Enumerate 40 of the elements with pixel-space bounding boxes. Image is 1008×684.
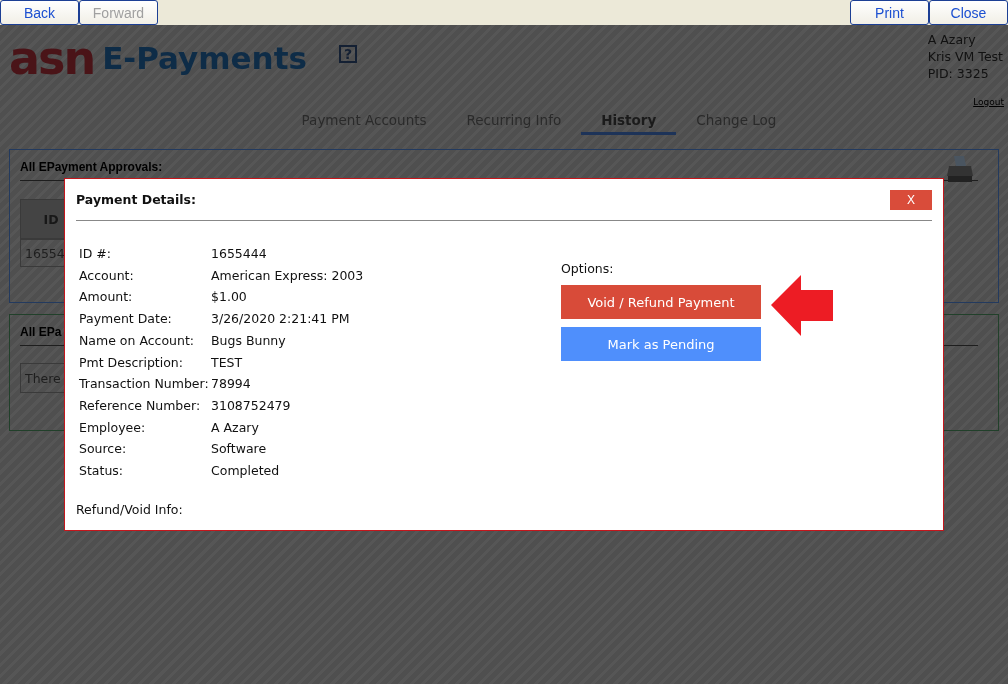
option-button[interactable]: Mark as Pending bbox=[561, 327, 761, 361]
nav-tab[interactable]: History bbox=[581, 109, 677, 135]
detail-label: Payment Date: bbox=[79, 310, 173, 329]
user-info-line: A Azary bbox=[927, 31, 977, 48]
detail-value: $1.00 bbox=[211, 288, 248, 307]
help-button[interactable]: ? bbox=[338, 45, 357, 63]
user-info-line: Kris VM Test bbox=[927, 48, 1003, 65]
logout-link[interactable]: Logout bbox=[973, 97, 1004, 107]
logo-text: E-Payments bbox=[102, 40, 307, 76]
detail-label: Employee: bbox=[79, 418, 147, 437]
detail-label: ID #: bbox=[79, 245, 112, 263]
detail-value: 3/26/2020 2:21:41 PM bbox=[211, 310, 351, 329]
detail-value: 78994 bbox=[211, 375, 252, 394]
panel-title: All EPa bbox=[20, 325, 63, 339]
detail-label: Amount: bbox=[79, 288, 134, 307]
detail-value: TEST bbox=[211, 353, 244, 372]
option-button[interactable]: Void / Refund Payment bbox=[561, 285, 761, 319]
detail-label: Status: bbox=[79, 462, 125, 481]
detail-value: 1655444 bbox=[211, 245, 268, 263]
logo-mark: asn bbox=[9, 35, 95, 81]
panel-title: All EPayment Approvals: bbox=[20, 160, 164, 174]
refund-label: Refund/Void Info: bbox=[76, 501, 184, 517]
printer-icon[interactable] bbox=[946, 154, 974, 184]
options-label: Options: bbox=[561, 261, 615, 276]
detail-label: Reference Number: bbox=[79, 396, 202, 415]
detail-value: A Azary bbox=[211, 418, 260, 437]
detail-value: Bugs Bunny bbox=[211, 331, 287, 350]
detail-value: 3108752479 bbox=[211, 396, 292, 415]
detail-value: Software bbox=[211, 440, 268, 459]
detail-label: Account: bbox=[79, 266, 135, 285]
detail-label: Name on Account: bbox=[79, 331, 196, 350]
detail-value: American Express: 2003 bbox=[211, 266, 364, 285]
toolbar-button[interactable]: Print bbox=[850, 0, 929, 25]
detail-value: Completed bbox=[211, 462, 281, 481]
arrow-icon bbox=[771, 275, 833, 336]
detail-label: Source: bbox=[79, 440, 128, 459]
toolbar-button[interactable]: Back bbox=[0, 0, 79, 25]
user-info-line: PID: 3325 bbox=[927, 65, 990, 82]
toolbar-button[interactable]: Close bbox=[929, 0, 1008, 25]
dialog-close-button[interactable]: X bbox=[890, 189, 932, 210]
